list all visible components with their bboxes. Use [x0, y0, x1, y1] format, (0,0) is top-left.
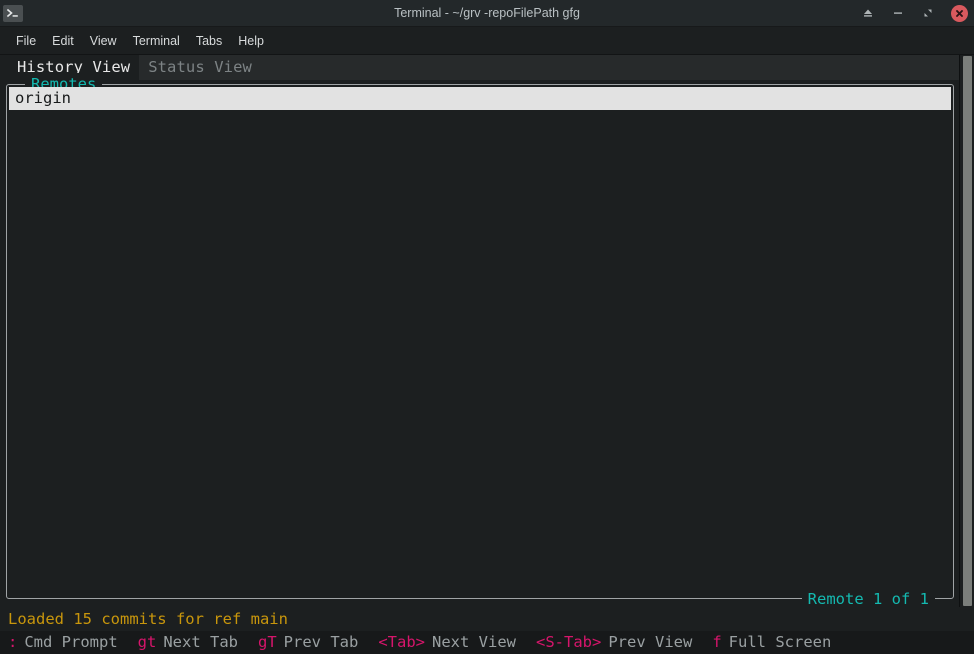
help-item-full-screen[interactable]: f Full Screen: [712, 631, 831, 654]
menu-item-help[interactable]: Help: [230, 32, 272, 50]
help-label: Next Tab: [163, 633, 238, 651]
list-item[interactable]: origin: [9, 87, 951, 110]
help-label: Cmd Prompt: [24, 633, 118, 651]
help-key: <S-Tab>: [536, 633, 602, 651]
terminal-content: History View Status View Remotes origin …: [0, 55, 974, 610]
help-key: <Tab>: [378, 633, 425, 651]
status-message: Loaded 15 commits for ref main: [0, 607, 974, 631]
menu-item-file[interactable]: File: [8, 32, 44, 50]
help-item-cmd-prompt[interactable]: : Cmd Prompt: [8, 631, 118, 654]
close-button[interactable]: [951, 4, 968, 22]
menu-item-view[interactable]: View: [82, 32, 125, 50]
title-bar: Terminal - ~/grv -repoFilePath gfg: [0, 0, 974, 27]
tab-status-view[interactable]: Status View: [139, 55, 261, 80]
help-item-prev-view[interactable]: <S-Tab> Prev View: [536, 631, 692, 654]
help-key: gT: [258, 633, 277, 651]
help-key-bar: : Cmd Prompt gt Next Tab gT Prev Tab <Ta…: [0, 631, 974, 654]
help-key: gt: [137, 633, 157, 651]
menu-item-terminal[interactable]: Terminal: [125, 32, 188, 50]
minimize-button[interactable]: [891, 6, 905, 20]
menu-bar: File Edit View Terminal Tabs Help: [0, 27, 974, 55]
help-label: Full Screen: [728, 633, 832, 651]
help-key: :: [8, 633, 18, 651]
help-item-next-tab[interactable]: gt Next Tab: [138, 631, 238, 654]
help-label: Next View: [432, 633, 516, 651]
help-item-next-view[interactable]: <Tab> Next View: [378, 631, 516, 654]
view-tab-bar: History View Status View: [0, 55, 974, 80]
eject-button[interactable]: [861, 6, 875, 20]
remotes-list: origin: [9, 87, 951, 596]
remotes-panel-counter: Remote 1 of 1: [801, 588, 935, 610]
terminal-prompt-icon: [3, 4, 23, 22]
help-label: Prev View: [608, 633, 693, 651]
window-controls: [861, 0, 968, 26]
remotes-panel: Remotes origin Remote 1 of 1: [6, 73, 954, 610]
tab-bar-filler: [260, 55, 974, 80]
menu-item-tabs[interactable]: Tabs: [188, 32, 230, 50]
vertical-scrollbar[interactable]: [959, 55, 974, 607]
maximize-button[interactable]: [921, 6, 935, 20]
scrollbar-thumb[interactable]: [963, 56, 972, 606]
help-item-prev-tab[interactable]: gT Prev Tab: [258, 631, 358, 654]
help-key: f: [712, 633, 722, 651]
help-label: Prev Tab: [283, 633, 359, 651]
menu-item-edit[interactable]: Edit: [44, 32, 82, 50]
window-title: Terminal - ~/grv -repoFilePath gfg: [394, 6, 580, 20]
